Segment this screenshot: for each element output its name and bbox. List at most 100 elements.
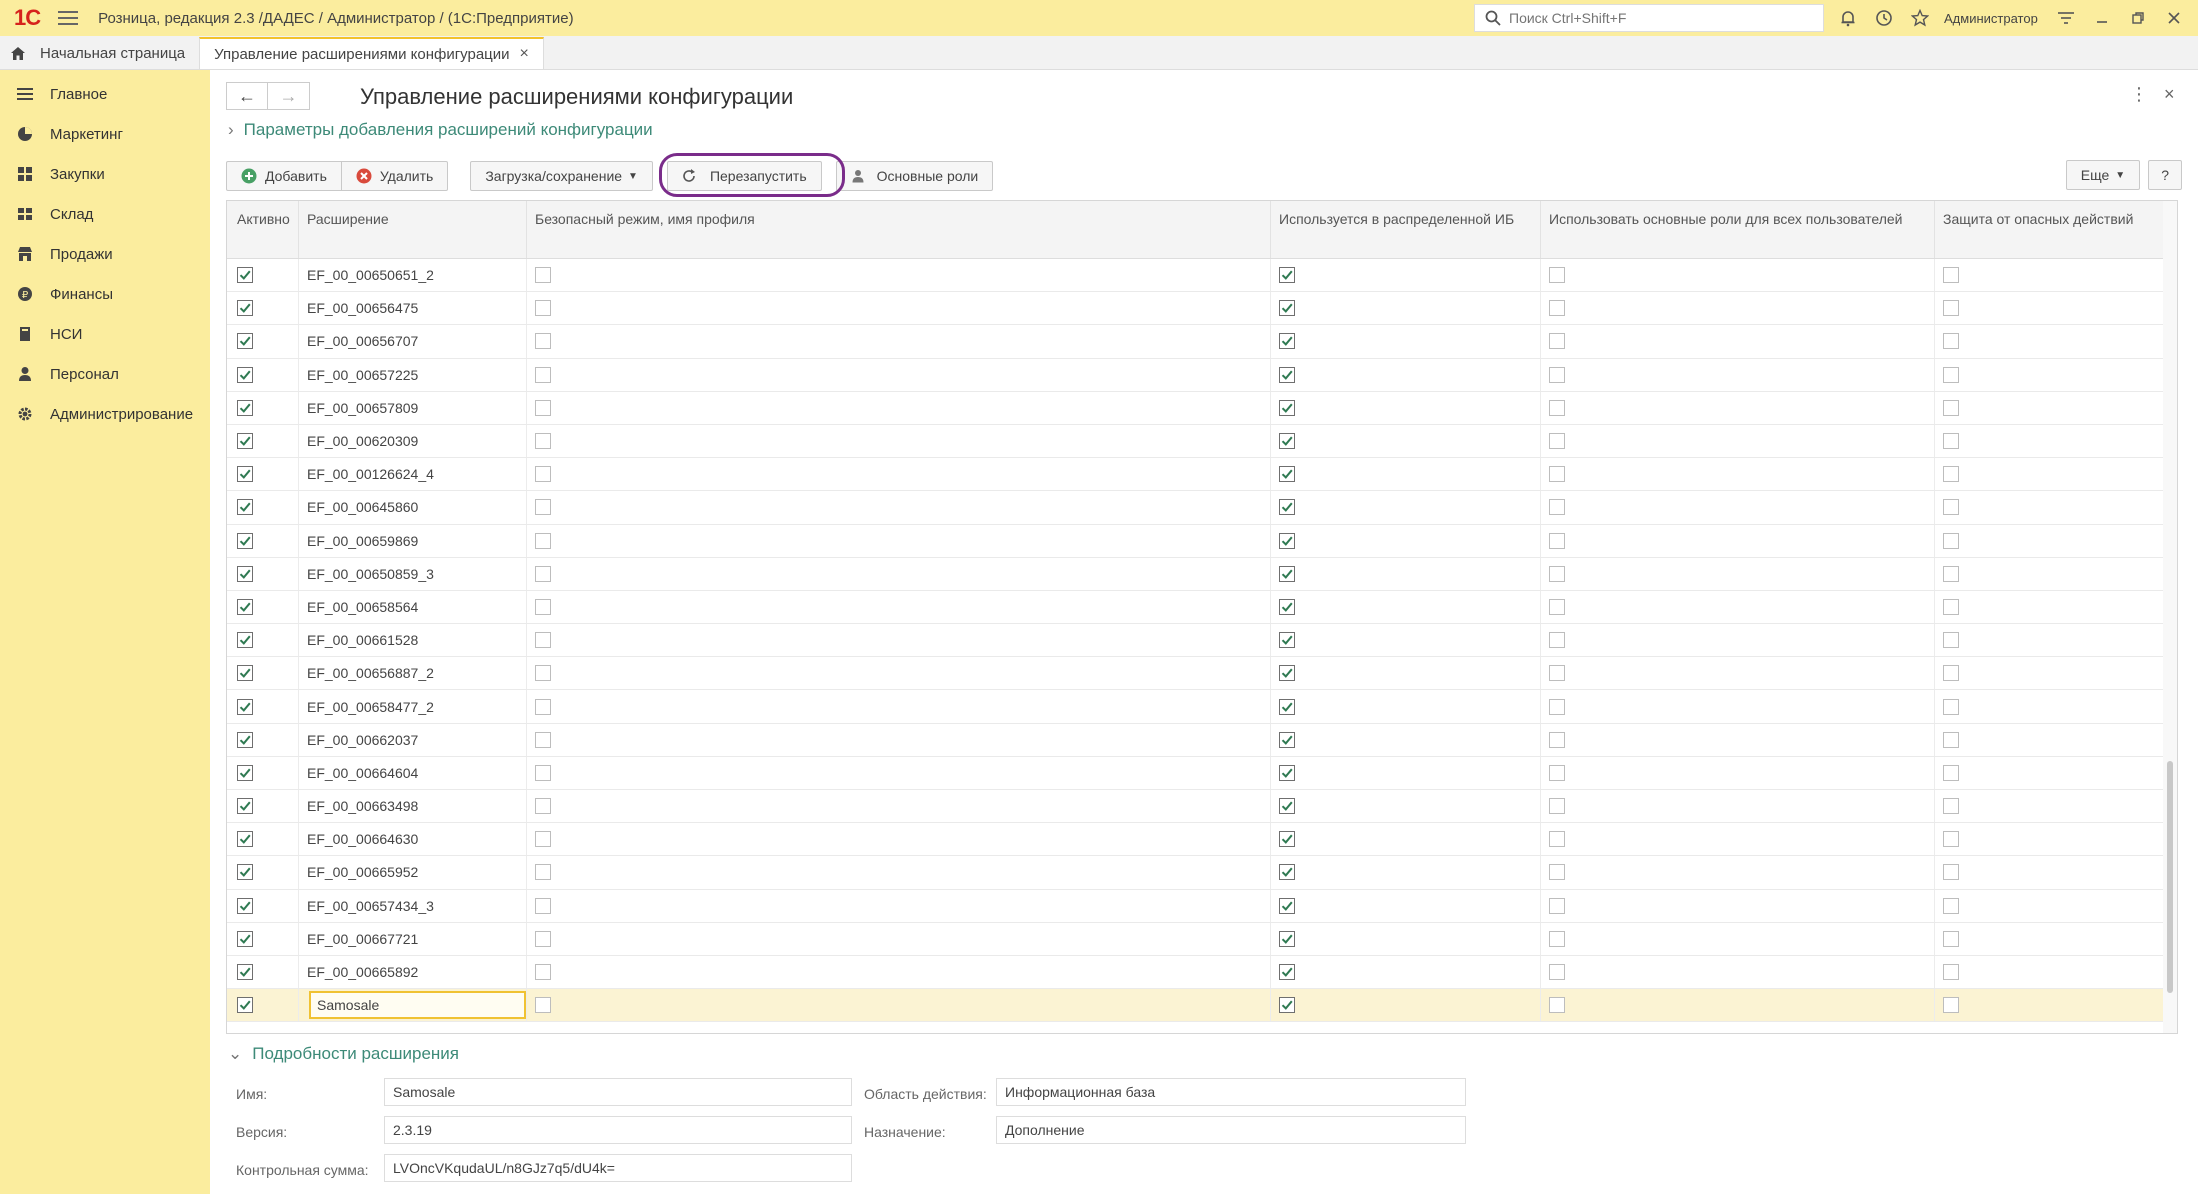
extension-name[interactable]: EF_00_00657809: [307, 400, 418, 416]
table-row[interactable]: EF_00_00667721: [227, 922, 2177, 956]
extension-name[interactable]: EF_00_00656887_2: [307, 665, 434, 681]
protection-checkbox[interactable]: [1943, 300, 1959, 317]
table-row[interactable]: EF_00_00645860: [227, 491, 2177, 525]
global-search[interactable]: [1474, 4, 1824, 32]
extension-name[interactable]: EF_00_00659869: [307, 533, 418, 549]
extension-name[interactable]: EF_00_00620309: [307, 433, 418, 449]
extension-name[interactable]: EF_00_00664630: [307, 831, 418, 847]
search-input[interactable]: [1509, 10, 1809, 26]
active-checkbox[interactable]: [237, 532, 253, 549]
extension-name[interactable]: EF_00_00657225: [307, 367, 418, 383]
history-icon[interactable]: [1866, 0, 1902, 36]
name-field[interactable]: [384, 1078, 852, 1106]
safe-mode-checkbox[interactable]: [535, 399, 551, 416]
safe-mode-checkbox[interactable]: [535, 466, 551, 483]
help-button[interactable]: ?: [2148, 160, 2182, 190]
extension-name[interactable]: EF_00_00658477_2: [307, 699, 434, 715]
column-header-extension[interactable]: Расширение: [299, 201, 527, 258]
main-roles-checkbox[interactable]: [1549, 300, 1565, 317]
table-row[interactable]: EF_00_00661528: [227, 624, 2177, 658]
main-roles-checkbox[interactable]: [1549, 565, 1565, 582]
main-roles-checkbox[interactable]: [1549, 366, 1565, 383]
extension-name[interactable]: EF_00_00656475: [307, 300, 418, 316]
scrollbar-thumb[interactable]: [2167, 761, 2173, 993]
distributed-checkbox[interactable]: [1279, 565, 1295, 582]
active-checkbox[interactable]: [237, 632, 253, 649]
safe-mode-checkbox[interactable]: [535, 565, 551, 582]
table-row[interactable]: EF_00_00658477_2: [227, 690, 2177, 724]
protection-checkbox[interactable]: [1943, 632, 1959, 649]
settings-menu-icon[interactable]: [2048, 0, 2084, 36]
extension-name[interactable]: EF_00_00662037: [307, 732, 418, 748]
active-checkbox[interactable]: [237, 665, 253, 682]
main-roles-checkbox[interactable]: [1549, 764, 1565, 781]
sidebar-item-sales[interactable]: Продажи: [0, 234, 210, 274]
checksum-field[interactable]: [384, 1154, 852, 1182]
extension-name[interactable]: EF_00_00664604: [307, 765, 418, 781]
active-checkbox[interactable]: [237, 499, 253, 516]
active-checkbox[interactable]: [237, 897, 253, 914]
extension-name[interactable]: EF_00_00665892: [307, 964, 418, 980]
restart-button[interactable]: Перезапустить: [666, 161, 822, 191]
distributed-checkbox[interactable]: [1279, 598, 1295, 615]
params-group-toggle[interactable]: › Параметры добавления расширений конфиг…: [228, 120, 653, 140]
protection-checkbox[interactable]: [1943, 997, 1959, 1014]
extension-name[interactable]: EF_00_00656707: [307, 333, 418, 349]
main-roles-checkbox[interactable]: [1549, 466, 1565, 483]
load-save-dropdown[interactable]: Загрузка/сохранение ▼: [470, 161, 653, 191]
main-roles-checkbox[interactable]: [1549, 499, 1565, 516]
table-row[interactable]: Samosale: [227, 989, 2177, 1023]
sidebar-item-admin[interactable]: Администрирование: [0, 394, 210, 434]
main-roles-checkbox[interactable]: [1549, 267, 1565, 284]
protection-checkbox[interactable]: [1943, 930, 1959, 947]
protection-checkbox[interactable]: [1943, 864, 1959, 881]
purpose-field[interactable]: [996, 1116, 1466, 1144]
protection-checkbox[interactable]: [1943, 399, 1959, 416]
details-group-toggle[interactable]: ⌄ Подробности расширения: [228, 1044, 459, 1064]
distributed-checkbox[interactable]: [1279, 798, 1295, 815]
active-checkbox[interactable]: [237, 565, 253, 582]
extension-name[interactable]: EF_00_00645860: [307, 499, 418, 515]
delete-button[interactable]: Удалить: [341, 161, 449, 191]
safe-mode-checkbox[interactable]: [535, 930, 551, 947]
safe-mode-checkbox[interactable]: [535, 665, 551, 682]
safe-mode-checkbox[interactable]: [535, 433, 551, 450]
distributed-checkbox[interactable]: [1279, 300, 1295, 317]
restore-icon[interactable]: [2120, 0, 2156, 36]
safe-mode-checkbox[interactable]: [535, 366, 551, 383]
main-roles-checkbox[interactable]: [1549, 731, 1565, 748]
distributed-checkbox[interactable]: [1279, 964, 1295, 981]
table-row[interactable]: EF_00_00658564: [227, 590, 2177, 625]
table-row[interactable]: EF_00_00656887_2: [227, 657, 2177, 691]
safe-mode-checkbox[interactable]: [535, 300, 551, 317]
extension-name[interactable]: EF_00_00657434_3: [307, 898, 434, 914]
extension-name[interactable]: EF_00_00665952: [307, 864, 418, 880]
star-icon[interactable]: [1902, 0, 1938, 36]
table-row[interactable]: EF_00_00662037: [227, 723, 2177, 757]
menu-icon[interactable]: [58, 11, 79, 25]
main-roles-checkbox[interactable]: [1549, 399, 1565, 416]
table-row[interactable]: EF_00_00657225: [227, 358, 2177, 392]
distributed-checkbox[interactable]: [1279, 466, 1295, 483]
active-checkbox[interactable]: [237, 366, 253, 383]
roles-button[interactable]: Основные роли: [835, 161, 994, 191]
scope-field[interactable]: [996, 1078, 1466, 1106]
active-checkbox[interactable]: [237, 300, 253, 317]
active-checkbox[interactable]: [237, 598, 253, 615]
minimize-icon[interactable]: [2084, 0, 2120, 36]
main-roles-checkbox[interactable]: [1549, 964, 1565, 981]
table-row[interactable]: EF_00_00659869: [227, 524, 2177, 558]
column-header-active[interactable]: Активно: [227, 201, 299, 258]
active-checkbox[interactable]: [237, 864, 253, 881]
distributed-checkbox[interactable]: [1279, 433, 1295, 450]
extension-name[interactable]: EF_00_00663498: [307, 798, 418, 814]
active-checkbox[interactable]: [237, 764, 253, 781]
safe-mode-checkbox[interactable]: [535, 831, 551, 848]
safe-mode-checkbox[interactable]: [535, 864, 551, 881]
sidebar-item-nsi[interactable]: НСИ: [0, 314, 210, 354]
active-checkbox[interactable]: [237, 399, 253, 416]
bell-icon[interactable]: [1830, 0, 1866, 36]
distributed-checkbox[interactable]: [1279, 764, 1295, 781]
active-checkbox[interactable]: [237, 433, 253, 450]
main-roles-checkbox[interactable]: [1549, 532, 1565, 549]
